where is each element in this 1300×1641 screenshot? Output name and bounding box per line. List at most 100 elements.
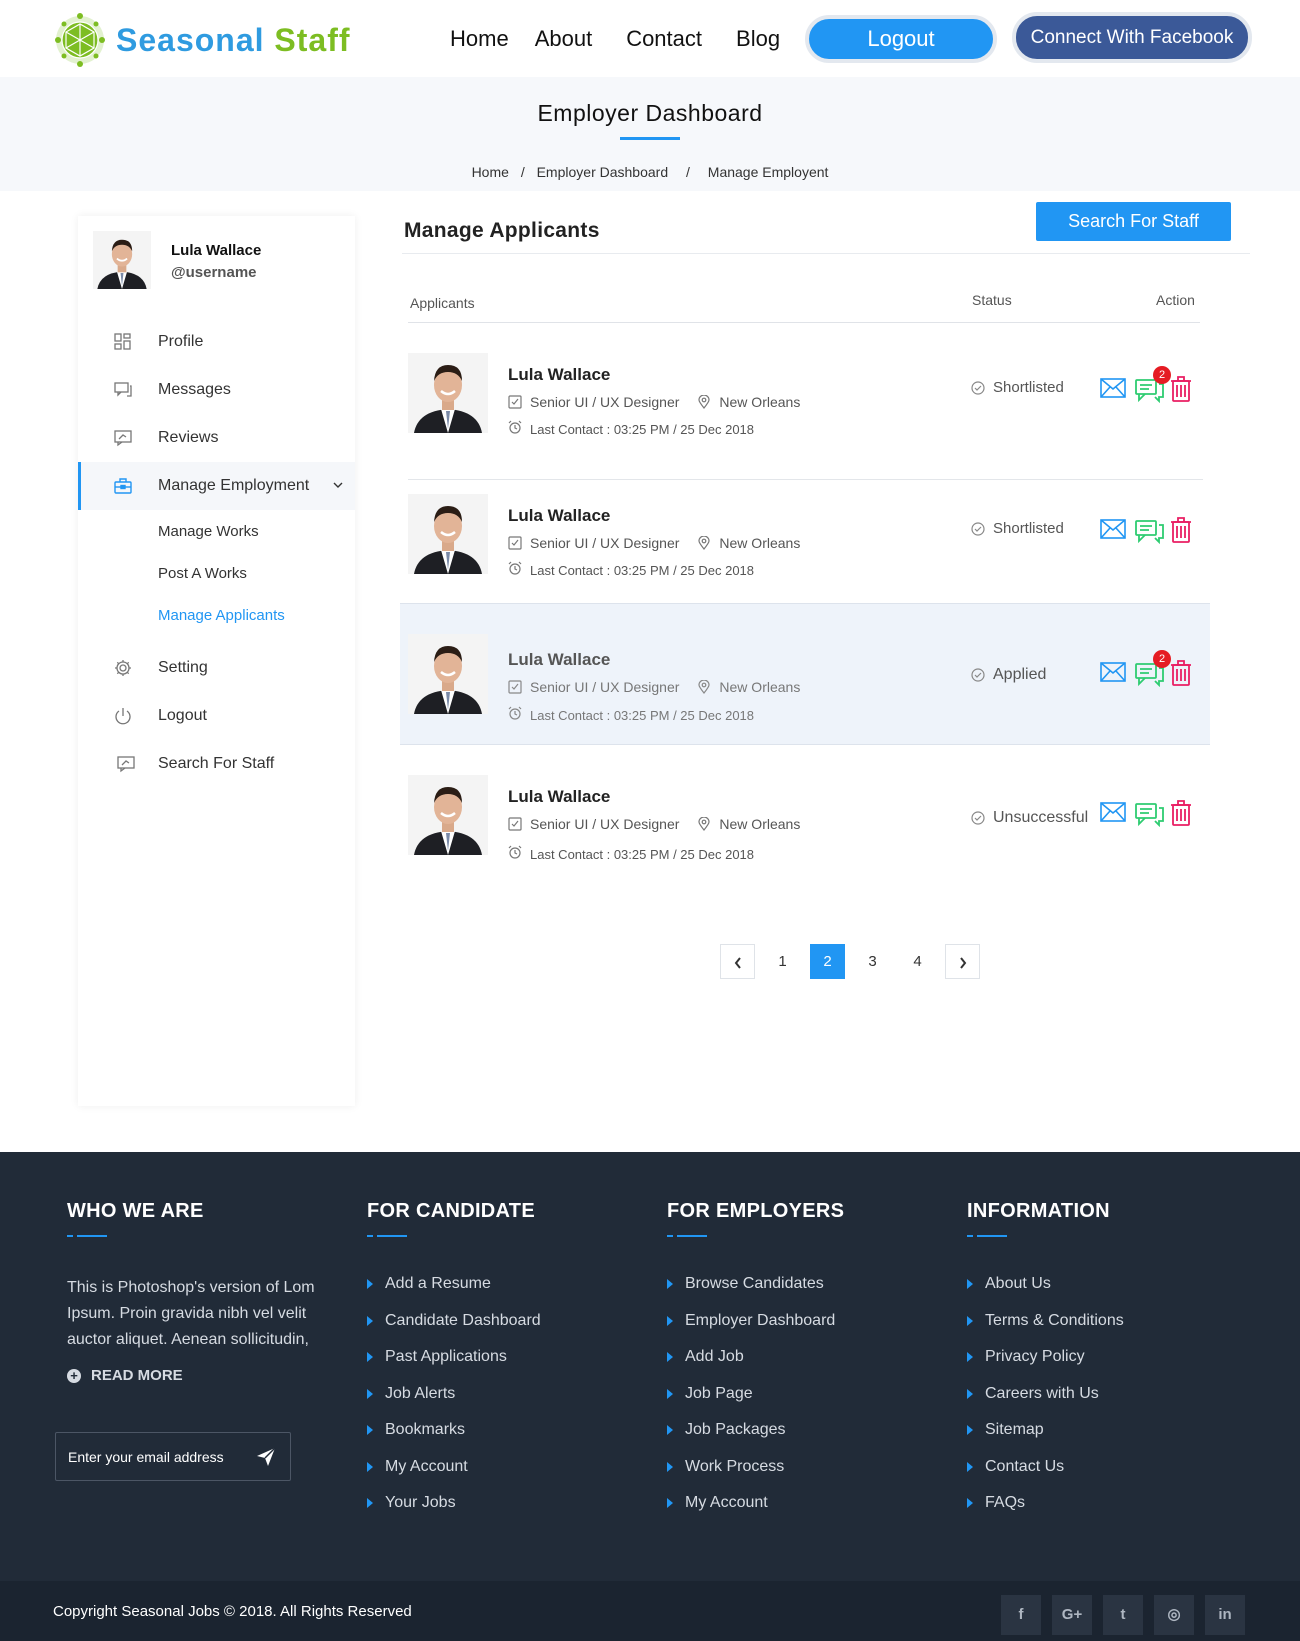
- footer-link-label: About Us: [985, 1275, 1051, 1292]
- footer-link[interactable]: Employer Dashboard: [667, 1312, 844, 1349]
- applicant-avatar[interactable]: [408, 634, 488, 714]
- delete-button[interactable]: [1170, 516, 1205, 546]
- footer-link[interactable]: Work Process: [667, 1458, 844, 1495]
- footer-link-label: Job Page: [685, 1384, 753, 1402]
- search-for-staff-button[interactable]: Search For Staff: [1036, 202, 1231, 241]
- profile-name: Lula Wallace: [171, 242, 262, 259]
- delete-button[interactable]: [1170, 799, 1205, 829]
- logo[interactable]: Seasonal Staff: [52, 12, 351, 68]
- sidebar-item-profile[interactable]: Profile: [78, 318, 355, 366]
- applicant-row: Lula Wallace Senior UI / UX Designer New…: [400, 480, 1210, 621]
- breadcrumb-employer-dashboard[interactable]: Employer Dashboard: [537, 164, 669, 180]
- pagination-page-4[interactable]: 4: [900, 944, 935, 979]
- caret-right-icon: [667, 1315, 673, 1326]
- footer-link-label: Privacy Policy: [985, 1348, 1085, 1365]
- applicant-name[interactable]: Lula Wallace: [508, 787, 610, 807]
- footer-link-label: Job Packages: [685, 1421, 786, 1438]
- footer-link[interactable]: Privacy Policy: [967, 1348, 1124, 1385]
- newsletter-email-input[interactable]: [56, 1433, 246, 1480]
- footer-link-label: Add Job: [685, 1348, 744, 1365]
- footer-link[interactable]: Browse Candidates: [667, 1275, 844, 1312]
- google-plus-icon[interactable]: G+: [1052, 1595, 1092, 1635]
- trash-icon: [1171, 517, 1191, 543]
- pagination-page-1[interactable]: 1: [765, 944, 800, 979]
- send-icon[interactable]: [256, 1447, 276, 1467]
- alarm-clock-icon: [508, 706, 522, 720]
- read-more-link[interactable]: + READ MORE: [67, 1367, 317, 1384]
- applicant-avatar[interactable]: [408, 353, 488, 433]
- heading-underline: [667, 1235, 707, 1237]
- pagination: 1 2 3 4: [720, 944, 990, 979]
- page-title: Employer Dashboard: [537, 100, 763, 126]
- chat-button[interactable]: [1135, 516, 1170, 546]
- footer-link[interactable]: Job Packages: [667, 1421, 844, 1458]
- applicant-name[interactable]: Lula Wallace: [508, 365, 610, 385]
- email-button[interactable]: [1100, 659, 1135, 689]
- sidebar-subitem-manage-works[interactable]: Manage Works: [78, 510, 355, 552]
- nav-home[interactable]: Home: [450, 26, 509, 52]
- chevron-down-icon[interactable]: [333, 481, 343, 489]
- nav-blog[interactable]: Blog: [736, 26, 780, 52]
- breadcrumb-separator: /: [520, 164, 525, 180]
- sidebar-item-messages[interactable]: Messages: [78, 366, 355, 414]
- chat-button[interactable]: 2: [1135, 366, 1171, 405]
- pagination-prev[interactable]: [720, 944, 755, 979]
- sidebar-subitem-post-works[interactable]: Post A Works: [78, 552, 355, 594]
- nav-contact[interactable]: Contact: [626, 26, 702, 52]
- pagination-page-3[interactable]: 3: [855, 944, 890, 979]
- email-button[interactable]: [1100, 799, 1135, 829]
- logout-button[interactable]: Logout: [805, 15, 997, 63]
- applicant-avatar[interactable]: [408, 775, 488, 855]
- footer-link[interactable]: Your Jobs: [367, 1494, 541, 1531]
- instagram-icon[interactable]: ◎: [1154, 1595, 1194, 1635]
- pagination-page-2-current[interactable]: 2: [810, 944, 845, 979]
- sidebar-item-setting[interactable]: Setting: [78, 644, 355, 692]
- applicant-name[interactable]: Lula Wallace: [508, 506, 610, 526]
- footer-link[interactable]: Job Page: [667, 1385, 844, 1422]
- footer-link[interactable]: FAQs: [967, 1494, 1124, 1531]
- footer-link[interactable]: Careers with Us: [967, 1385, 1124, 1422]
- footer-link[interactable]: Candidate Dashboard: [367, 1312, 541, 1349]
- delete-button[interactable]: [1170, 659, 1205, 689]
- sidebar-item-logout[interactable]: Logout: [78, 692, 355, 740]
- footer-link[interactable]: Add Job: [667, 1348, 844, 1385]
- footer-link[interactable]: Past Applications: [367, 1348, 541, 1385]
- pagination-next[interactable]: [945, 944, 980, 979]
- facebook-icon[interactable]: f: [1001, 1595, 1041, 1635]
- linkedin-icon[interactable]: in: [1205, 1595, 1245, 1635]
- chat-button[interactable]: 2: [1135, 650, 1171, 689]
- footer-heading: FOR EMPLOYERS: [667, 1200, 845, 1222]
- twitter-icon[interactable]: t: [1103, 1595, 1143, 1635]
- caret-right-icon: [967, 1425, 973, 1435]
- connect-facebook-button[interactable]: Connect With Facebook: [1012, 12, 1252, 63]
- footer-link[interactable]: Add a Resume: [367, 1275, 541, 1312]
- breadcrumb-home[interactable]: Home: [472, 164, 509, 180]
- notification-badge: 2: [1153, 650, 1171, 668]
- footer-link-label: Job Alerts: [385, 1384, 456, 1402]
- footer-link[interactable]: About Us: [967, 1275, 1124, 1312]
- footer-link[interactable]: My Account: [367, 1458, 541, 1495]
- footer-link[interactable]: My Account: [667, 1494, 844, 1531]
- sidebar-item-search-staff[interactable]: Search For Staff: [78, 740, 355, 788]
- footer-link[interactable]: Job Alerts: [367, 1385, 541, 1422]
- chat-button[interactable]: [1135, 799, 1170, 829]
- chat-icon: [1135, 803, 1164, 828]
- sidebar-item-manage-employment[interactable]: Manage Employment: [78, 462, 355, 510]
- applicant-avatar[interactable]: [408, 494, 488, 574]
- delete-button[interactable]: [1170, 375, 1205, 405]
- applicant-name[interactable]: Lula Wallace: [508, 650, 610, 670]
- footer-link[interactable]: Bookmarks: [367, 1421, 541, 1458]
- footer-link[interactable]: Sitemap: [967, 1421, 1124, 1458]
- nav-about[interactable]: About: [535, 26, 593, 52]
- email-button[interactable]: [1100, 375, 1135, 405]
- status-badge: Unsuccessful: [971, 809, 1088, 827]
- footer-link[interactable]: Contact Us: [967, 1458, 1124, 1495]
- email-button[interactable]: [1100, 516, 1135, 546]
- sidebar-subitem-manage-applicants[interactable]: Manage Applicants: [78, 594, 355, 636]
- applicant-row: Lula Wallace Senior UI / UX Designer New…: [400, 339, 1210, 480]
- profile-username: @username: [171, 264, 257, 281]
- footer-link[interactable]: Terms & Conditions: [967, 1312, 1124, 1349]
- applicant-last-contact: Last Contact : 03:25 PM / 25 Dec 2018: [508, 420, 754, 437]
- status-text: Unsuccessful: [993, 809, 1089, 826]
- sidebar-item-reviews[interactable]: Reviews: [78, 414, 355, 462]
